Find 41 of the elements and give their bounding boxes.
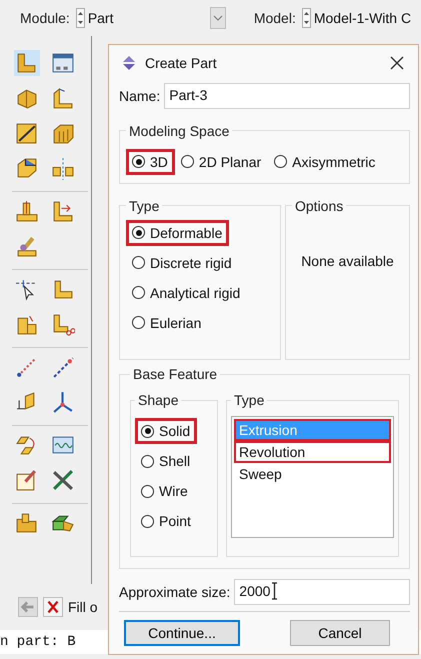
- radio-button[interactable]: Point: [135, 508, 198, 534]
- text-cursor-icon: [271, 582, 278, 600]
- group-title: Type: [233, 392, 266, 408]
- radio-button[interactable]: Deformable: [126, 220, 230, 246]
- radio-button[interactable]: Analytical rigid: [126, 280, 248, 306]
- cancel-icon[interactable]: [43, 597, 63, 617]
- pin-block-icon[interactable]: [14, 198, 40, 224]
- dialog-button[interactable]: Cancel: [290, 620, 390, 646]
- close-icon[interactable]: [390, 56, 404, 70]
- name-field[interactable]: Part-3: [164, 82, 410, 109]
- radio-button[interactable]: 3D: [126, 148, 175, 175]
- model-dropdown[interactable]: Model-1-With C: [302, 7, 412, 29]
- radio-button[interactable]: Wire: [135, 478, 195, 504]
- radio-button[interactable]: Shell: [135, 448, 198, 474]
- radio-button[interactable]: Eulerian: [126, 310, 208, 336]
- dialog-title: Create Part: [145, 54, 218, 71]
- group-title: Shape: [137, 392, 180, 408]
- options-text: None available: [301, 252, 394, 269]
- name-label: Name:: [119, 88, 160, 104]
- group-title: Base Feature: [132, 366, 218, 382]
- spinner-icon: [302, 8, 311, 28]
- split-block-icon[interactable]: [50, 155, 76, 181]
- spinner-icon: [76, 8, 85, 28]
- list-item[interactable]: Sweep: [234, 463, 391, 486]
- tools-icon[interactable]: [50, 467, 76, 493]
- size-field[interactable]: 2000: [234, 579, 410, 605]
- group-title: Modeling Space: [128, 122, 230, 139]
- module-label: Module:: [20, 10, 70, 26]
- model-label: Model:: [254, 10, 296, 26]
- group-title: Options: [294, 198, 344, 214]
- radio-button[interactable]: Axisymmetric: [268, 148, 382, 175]
- diamond-arrows-icon: [121, 54, 137, 71]
- radio-button[interactable]: Discrete rigid: [126, 250, 239, 276]
- dialog-button[interactable]: Continue...: [124, 620, 240, 646]
- radio-button[interactable]: 2D Planar: [174, 148, 268, 175]
- radio-button[interactable]: Solid: [135, 418, 198, 444]
- l-block-icon[interactable]: [14, 50, 40, 76]
- list-item[interactable]: Revolution: [234, 441, 391, 464]
- prompt-text: Fill o: [68, 599, 98, 615]
- group-title: Type: [128, 198, 160, 214]
- size-label: Approximate size:: [119, 584, 230, 600]
